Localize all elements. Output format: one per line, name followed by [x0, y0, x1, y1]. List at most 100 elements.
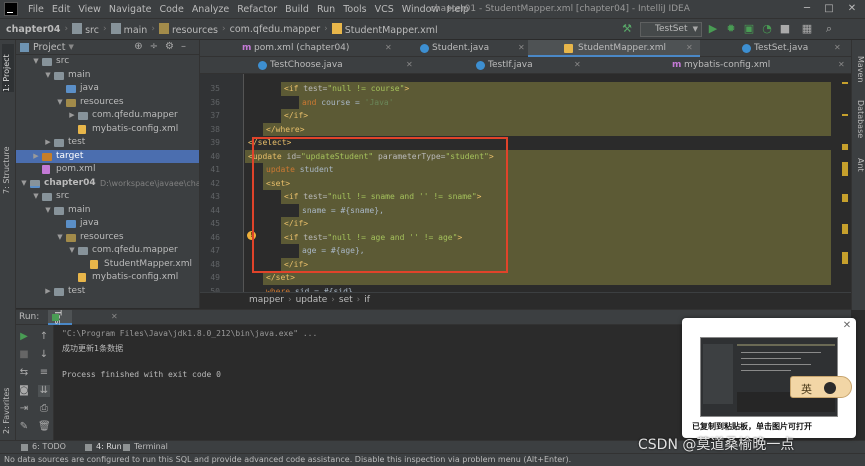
nav-crumb-resources[interactable]: resources [156, 22, 221, 36]
expanded-arrow-icon[interactable]: ▼ [56, 231, 64, 245]
print-icon[interactable]: ⎙ [38, 403, 50, 415]
minimize-icon[interactable]: ─ [800, 2, 814, 16]
breadcrumb-mapper[interactable]: mapper [245, 295, 288, 305]
menu-refactor[interactable]: Refactor [233, 4, 281, 15]
menu-build[interactable]: Build [281, 4, 313, 15]
tab-testchoose-java[interactable]: TestChoose.java ✕ [256, 57, 413, 74]
nav-crumb-project[interactable]: chapter04 [0, 24, 64, 35]
project-tree-item[interactable]: pom.xml [16, 163, 199, 177]
project-tree-item[interactable]: ▶ test [16, 136, 199, 150]
tab-mybatis-config-xml[interactable]: m mybatis-config.xml ✕ [670, 57, 845, 74]
code-line[interactable]: and course = 'Java' [302, 96, 394, 110]
collapsed-arrow-icon[interactable]: ▶ [32, 150, 40, 164]
project-tree-item[interactable]: ▶ test [16, 285, 199, 299]
project-tree-item[interactable]: java [16, 82, 199, 96]
tab-structure-tool[interactable]: 7: Structure [2, 140, 14, 194]
project-tree-item[interactable]: mybatis-config.xml [16, 271, 199, 285]
project-tree-item[interactable]: StudentMapper.xml [16, 258, 199, 272]
ime-status-badge[interactable]: 英 [790, 376, 852, 398]
project-panel-title[interactable]: Project [33, 42, 66, 53]
project-tree-item[interactable]: ▼ src [16, 55, 199, 69]
project-tree-item[interactable]: ▼ com.qfedu.mapper [16, 244, 199, 258]
scroll-to-end-icon[interactable]: ⇊ [38, 385, 50, 397]
close-tab-icon[interactable]: ✕ [574, 57, 581, 73]
expanded-arrow-icon[interactable]: ▼ [32, 55, 40, 69]
tab-pom-xml[interactable]: m pom.xml (chapter04) ✕ [240, 40, 400, 57]
project-tree-item[interactable]: ▼ src [16, 190, 199, 204]
menu-code[interactable]: Code [155, 4, 187, 15]
project-tree-item[interactable]: ▼ resources [16, 96, 199, 110]
close-tab-icon[interactable]: ✕ [518, 40, 525, 56]
breadcrumb-if[interactable]: if [360, 295, 374, 305]
expanded-arrow-icon[interactable]: ▼ [56, 96, 64, 110]
build-hammer-icon[interactable]: ⚒ [620, 22, 634, 36]
close-tab-icon[interactable]: ✕ [686, 40, 693, 56]
scroll-up-icon[interactable]: ↑ [38, 331, 50, 343]
menu-navigate[interactable]: Navigate [105, 4, 156, 15]
tab-student-java[interactable]: Student.java ✕ [418, 40, 530, 57]
project-structure-icon[interactable]: ▦ [800, 22, 814, 36]
collapsed-arrow-icon[interactable]: ▶ [68, 109, 76, 123]
close-tab-icon[interactable]: ✕ [838, 57, 845, 73]
breadcrumb-update[interactable]: update [292, 295, 332, 305]
close-tab-icon[interactable]: ✕ [834, 40, 841, 56]
menu-vcs[interactable]: VCS [371, 4, 398, 15]
nav-crumb-package[interactable]: com.qfedu.mapper [227, 24, 324, 35]
tab-testset-java[interactable]: TestSet.java ✕ [740, 40, 841, 57]
tab-favorites-tool[interactable]: 2: Favorites [2, 378, 14, 434]
tab-project-tool[interactable]: 1: Project [2, 44, 14, 92]
project-tree-item[interactable]: ▼ resources [16, 231, 199, 245]
project-panel-tools[interactable]: ⊕÷⚙– [134, 41, 193, 52]
code-line[interactable]: </where> [266, 123, 305, 137]
tab-ant[interactable]: Ant [853, 158, 865, 172]
project-tree-item[interactable]: mybatis-config.xml [16, 123, 199, 137]
soft-wrap-icon[interactable]: ≡ [38, 367, 50, 379]
menu-tools[interactable]: Tools [339, 4, 370, 15]
nav-crumb-src[interactable]: src [69, 22, 102, 36]
collapsed-arrow-icon[interactable]: ▶ [44, 285, 52, 299]
stop-run-icon[interactable]: ■ [18, 349, 30, 361]
project-tree-item[interactable]: ▶ target [16, 149, 199, 164]
clear-all-icon[interactable]: 🗑 [38, 421, 51, 433]
coverage-icon[interactable]: ▣ [742, 22, 756, 36]
nav-crumb-main[interactable]: main [108, 22, 151, 36]
run-configuration-select[interactable]: TestSet ▼ [640, 22, 702, 37]
search-everywhere-icon[interactable]: ⌕ [822, 22, 836, 36]
run-icon[interactable]: ▶ [706, 22, 720, 36]
close-popup-icon[interactable]: ✕ [842, 321, 852, 331]
chevron-down-icon[interactable]: ▼ [69, 43, 74, 51]
close-tab-icon[interactable]: ✕ [385, 40, 392, 56]
menu-edit[interactable]: Edit [48, 4, 74, 15]
expanded-arrow-icon[interactable]: ▼ [68, 244, 76, 258]
nav-crumb-file[interactable]: StudentMapper.xml [329, 22, 441, 36]
stop-icon[interactable]: ■ [778, 22, 792, 36]
profile-icon[interactable]: ◔ [760, 22, 774, 36]
breadcrumb-set[interactable]: set [335, 295, 357, 305]
pin-icon[interactable]: ✎ [18, 421, 30, 433]
project-tree-item[interactable]: ▼ main [16, 204, 199, 218]
editor-gutter[interactable]: 35 36 37 38 39 40 41 42 43 44 45 46 47 48 49 50 [200, 74, 244, 296]
menu-analyze[interactable]: Analyze [188, 4, 233, 15]
expanded-arrow-icon[interactable]: ▼ [44, 204, 52, 218]
menu-file[interactable]: File [24, 4, 48, 15]
expanded-arrow-icon[interactable]: ▼ [20, 177, 28, 191]
tab-database[interactable]: Database [853, 100, 865, 138]
tab-terminal[interactable]: Terminal [122, 441, 168, 453]
run-tab-testset[interactable]: TestSet [48, 310, 72, 343]
tab-todo[interactable]: 6: TODO [20, 441, 66, 453]
project-tree-item[interactable]: ▶ com.qfedu.mapper [16, 109, 199, 123]
tab-run[interactable]: 4: Run [84, 441, 122, 453]
code-line[interactable]: </set> [266, 271, 295, 285]
scroll-down-icon[interactable]: ↓ [38, 349, 50, 361]
menu-view[interactable]: View [74, 4, 105, 15]
close-tab-icon[interactable]: ✕ [406, 57, 413, 73]
collapsed-arrow-icon[interactable]: ▶ [44, 136, 52, 150]
tab-testif-java[interactable]: TestIf.java ✕ [474, 57, 581, 74]
expanded-arrow-icon[interactable]: ▼ [44, 69, 52, 83]
camera-icon[interactable]: ◙ [18, 385, 30, 397]
project-tree-item[interactable]: ▼ chapter04 D:\workspace\javaee\chapter0 [16, 177, 199, 191]
code-line[interactable]: where sid = #{sid} [266, 285, 353, 293]
close-window-icon[interactable]: ✕ [845, 2, 859, 16]
restore-layout-icon[interactable]: ⇆ [18, 367, 30, 379]
maximize-icon[interactable]: □ [822, 2, 836, 16]
